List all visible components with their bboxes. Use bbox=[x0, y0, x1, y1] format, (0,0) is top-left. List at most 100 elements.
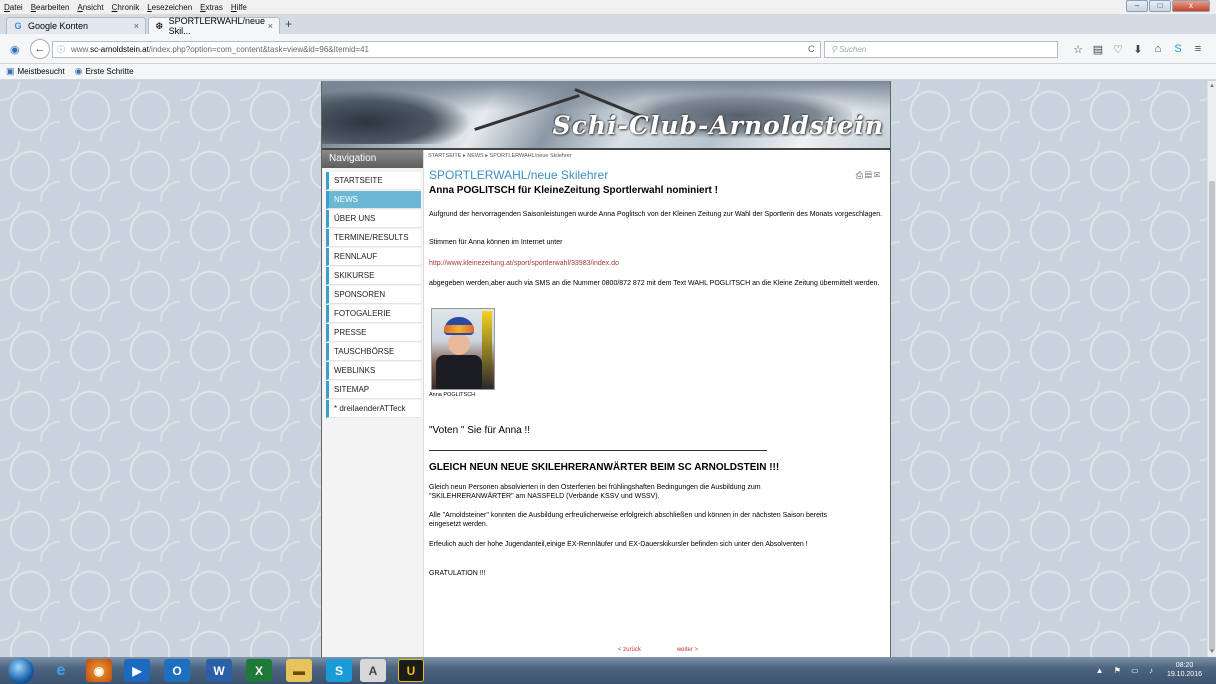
firefox-taskbar-icon[interactable]: ◉ bbox=[86, 659, 112, 682]
word-icon[interactable]: W bbox=[206, 659, 232, 682]
url-path: /index.php?option=com_content&task=view&… bbox=[148, 45, 369, 54]
menu-lesezeichen[interactable]: Lesezeichen bbox=[143, 3, 196, 12]
sidebar-item-news[interactable]: NEWS bbox=[326, 191, 421, 209]
print-icon[interactable]: ▤ bbox=[865, 170, 874, 180]
close-tab-icon[interactable]: × bbox=[268, 21, 273, 31]
scroll-up-icon[interactable]: ▲ bbox=[1209, 83, 1215, 89]
media-player-icon[interactable]: ▶ bbox=[124, 659, 150, 682]
scrollbar[interactable]: ▲ ▼ bbox=[1207, 81, 1216, 657]
system-tray: ▲ ⚑ ▭ ♪ 08:20 19.10.2016 bbox=[1096, 661, 1202, 679]
club-logo-title: Schi-Club-Arnoldstein bbox=[552, 111, 884, 140]
menu-hilfe[interactable]: Hilfe bbox=[227, 3, 251, 12]
excel-icon[interactable]: X bbox=[246, 659, 272, 682]
menu-bar: Datei Bearbeiten Ansicht Chronik Lesezei… bbox=[0, 0, 1216, 14]
tab-label: SPORTLERWAHL/neue Skil... bbox=[168, 16, 266, 36]
sidebar-item-rennlauf[interactable]: RENNLAUF bbox=[326, 248, 421, 266]
skype-taskbar-icon[interactable]: S bbox=[326, 659, 352, 682]
download-icon[interactable]: ⬇ bbox=[1128, 43, 1148, 56]
outlook-icon[interactable]: O bbox=[164, 659, 190, 682]
sidebar-item-presse[interactable]: PRESSE bbox=[326, 324, 421, 342]
photo-face bbox=[448, 333, 470, 355]
navigation-toolbar: ◉ ← ⓘ www. sc-arnoldstein.at/index.php?op… bbox=[0, 34, 1216, 64]
u-app-icon[interactable]: U bbox=[398, 659, 424, 682]
sidebar-item-dreilaendereck[interactable]: * dreilaenderATTeck bbox=[326, 400, 421, 418]
banner-trees bbox=[322, 89, 472, 144]
paragraph-sms: abgegeben werden,aber auch via SMS an di… bbox=[429, 280, 880, 287]
menu-bearbeiten[interactable]: Bearbeiten bbox=[27, 3, 74, 12]
menu-datei[interactable]: Datei bbox=[0, 3, 27, 12]
tab-sportlerwahl[interactable]: ❆ SPORTLERWAHL/neue Skil... × bbox=[148, 16, 280, 36]
paragraph-jugend: Erfeulich auch der hohe Jugendanteil,ein… bbox=[429, 541, 808, 548]
menu-icon[interactable]: ≡ bbox=[1188, 43, 1208, 56]
photo-goggles bbox=[444, 325, 474, 333]
snowflake-icon: ❆ bbox=[155, 21, 164, 31]
reload-icon[interactable]: C bbox=[808, 44, 815, 54]
menu-chronik[interactable]: Chronik bbox=[108, 3, 144, 12]
menu-ansicht[interactable]: Ansicht bbox=[73, 3, 107, 12]
pocket-icon[interactable]: ♡ bbox=[1108, 43, 1128, 56]
home-icon[interactable]: ⌂ bbox=[1148, 43, 1168, 56]
next-link[interactable]: weiter > bbox=[677, 647, 698, 653]
clock-time: 08:20 bbox=[1175, 662, 1194, 669]
acrobat-icon[interactable]: A bbox=[360, 659, 386, 682]
athlete-photo bbox=[431, 308, 495, 390]
window-controls: – □ x bbox=[1125, 0, 1210, 12]
vote-callout: "Voten " Sie für Anna !! bbox=[429, 425, 531, 436]
email-icon[interactable]: ✉ bbox=[874, 170, 882, 180]
menu-extras[interactable]: Extras bbox=[196, 3, 227, 12]
sportlerwahl-link[interactable]: http://www.kleinezeitung.at/sport/sportl… bbox=[429, 259, 884, 268]
info-icon[interactable]: ⓘ bbox=[57, 44, 65, 55]
bookmark-erste-schritte[interactable]: ◉ Erste Schritte bbox=[75, 66, 134, 77]
sidebar-item-startseite[interactable]: STARTSEITE bbox=[326, 172, 421, 190]
paragraph-abschluss: Alle "Arnoldsteiner" konnten die Ausbild… bbox=[429, 512, 827, 528]
bookmarks-bar: ▣ Meistbesucht ◉ Erste Schritte bbox=[0, 64, 1216, 80]
sidebar-item-weblinks[interactable]: WEBLINKS bbox=[326, 362, 421, 380]
minimize-button[interactable]: – bbox=[1126, 0, 1148, 12]
url-host: sc-arnoldstein.at bbox=[90, 45, 149, 54]
start-button[interactable] bbox=[8, 658, 34, 684]
article-tool-icons: ⎙▤✉ bbox=[856, 170, 882, 181]
clock[interactable]: 08:20 19.10.2016 bbox=[1167, 661, 1202, 679]
paragraph-ausbildung: Gleich neun Personen absolvierten in den… bbox=[429, 484, 761, 500]
file-explorer-icon[interactable]: ▬ bbox=[286, 659, 312, 682]
bookmark-meistbesucht[interactable]: ▣ Meistbesucht bbox=[6, 66, 65, 77]
clock-date: 19.10.2016 bbox=[1166, 671, 1202, 678]
new-tab-button[interactable]: + bbox=[285, 17, 292, 31]
tray-icons[interactable]: ▲ ⚑ ▭ ♪ bbox=[1096, 666, 1157, 675]
sidebar-item-skikurse[interactable]: SKIKURSE bbox=[326, 267, 421, 285]
photo-ski bbox=[482, 311, 492, 389]
sidebar-item-sponsoren[interactable]: SPONSOREN bbox=[326, 286, 421, 304]
reading-list-icon[interactable]: ▤ bbox=[1088, 43, 1108, 56]
back-button[interactable]: ← bbox=[30, 39, 50, 59]
previous-link[interactable]: < zurück bbox=[618, 647, 641, 653]
article-subtitle: Anna POGLITSCH für KleineZeitung Sportle… bbox=[429, 185, 718, 196]
internet-explorer-icon[interactable]: e bbox=[48, 659, 74, 682]
url-bar[interactable]: ⓘ www. sc-arnoldstein.at/index.php?option… bbox=[52, 41, 821, 58]
divider bbox=[429, 450, 767, 451]
navigation-heading: Navigation bbox=[322, 150, 423, 168]
toolbar-icons: ☆ ▤ ♡ ⬇ ⌂ S ≡ bbox=[1068, 43, 1208, 56]
sidebar-item-tauschboerse[interactable]: TAUSCHBÖRSE bbox=[326, 343, 421, 361]
close-window-button[interactable]: x bbox=[1172, 0, 1210, 12]
scroll-down-icon[interactable]: ▼ bbox=[1209, 649, 1215, 655]
article-heading: SPORTLERWAHL/neue Skilehrer bbox=[429, 168, 609, 182]
sidebar-item-fotogalerie[interactable]: FOTOGALERIE bbox=[326, 305, 421, 323]
breadcrumb[interactable]: STARTSEITE ▸ NEWS ▸ SPORTLERWAHL/neue Sk… bbox=[428, 153, 572, 159]
paragraph-vote-intro: Stimmen für Anna können im Internet unte… bbox=[429, 239, 563, 246]
sidebar-item-termine-results[interactable]: TERMINE/RESULTS bbox=[326, 229, 421, 247]
taskbar: e ◉ ▶ O W X ▬ S A U ▲ ⚑ ▭ ♪ 08:20 19.10.… bbox=[0, 657, 1216, 684]
search-placeholder: Suchen bbox=[839, 45, 867, 54]
bookmark-star-icon[interactable]: ☆ bbox=[1068, 43, 1088, 56]
maximize-button[interactable]: □ bbox=[1149, 0, 1171, 12]
pdf-icon[interactable]: ⎙ bbox=[856, 170, 865, 180]
url-prefix: www. bbox=[71, 45, 91, 54]
close-tab-icon[interactable]: × bbox=[134, 21, 139, 31]
skype-icon[interactable]: S bbox=[1168, 43, 1188, 56]
sidebar-item-ueber-uns[interactable]: ÜBER UNS bbox=[326, 210, 421, 228]
search-input[interactable]: ⚲ Suchen bbox=[824, 41, 1058, 58]
tab-google-konten[interactable]: G Google Konten × bbox=[6, 17, 146, 34]
firefox-icon[interactable]: ◉ bbox=[10, 43, 20, 56]
sidebar-item-sitemap[interactable]: SITEMAP bbox=[326, 381, 421, 399]
google-icon: G bbox=[14, 21, 22, 31]
scrollbar-thumb[interactable] bbox=[1209, 181, 1215, 651]
